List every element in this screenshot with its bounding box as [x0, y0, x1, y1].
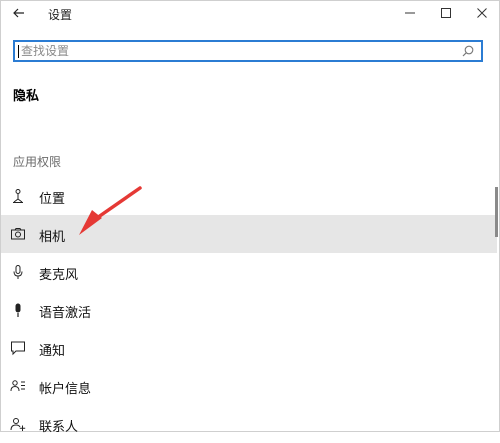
- nav-item-label: 语音激活: [39, 306, 92, 321]
- nav-item-voice-activation[interactable]: 语音激活: [1, 291, 497, 329]
- nav-item-contacts[interactable]: 联系人: [1, 405, 497, 443]
- nav-item-camera[interactable]: 相机: [1, 215, 497, 253]
- search-box[interactable]: [13, 40, 483, 62]
- maximize-button[interactable]: [429, 1, 463, 25]
- nav-item-label: 位置: [39, 192, 66, 207]
- title-bar: 设置: [1, 1, 499, 25]
- search-input[interactable]: [21, 43, 461, 59]
- nav-item-label: 麦克风: [39, 268, 79, 283]
- nav-item-label: 相机: [39, 230, 66, 245]
- page-title: 隐私: [13, 89, 40, 104]
- location-person-icon: [13, 189, 23, 203]
- microphone-icon: [13, 265, 23, 279]
- nav-item-label: 通知: [39, 344, 66, 359]
- nav-item-label: 联系人: [39, 420, 79, 435]
- scrollbar-thumb[interactable]: [495, 187, 498, 237]
- notification-icon: [11, 341, 25, 356]
- nav-item-microphone[interactable]: 麦克风: [1, 253, 497, 291]
- settings-window: 设置 隐私 应用权限 位置 相机: [0, 0, 500, 435]
- minimize-button[interactable]: [393, 1, 427, 25]
- nav-item-account-info[interactable]: 帐户信息: [1, 367, 497, 405]
- back-arrow-icon: [13, 8, 24, 18]
- nav-item-location[interactable]: 位置: [1, 177, 497, 215]
- window-title: 设置: [48, 8, 73, 22]
- contacts-icon: [10, 418, 26, 431]
- voice-activation-icon: [15, 303, 21, 317]
- account-info-icon: [10, 380, 25, 392]
- close-button[interactable]: [465, 1, 499, 25]
- close-icon: [477, 8, 487, 18]
- section-header-app-permissions: 应用权限: [13, 155, 62, 169]
- back-button[interactable]: [9, 3, 29, 23]
- nav-item-notifications[interactable]: 通知: [1, 329, 497, 367]
- minimize-icon: [405, 12, 415, 14]
- search-icon[interactable]: [461, 44, 475, 58]
- camera-icon: [11, 228, 25, 240]
- maximize-icon: [441, 8, 451, 18]
- text-caret: [18, 45, 19, 58]
- nav-item-label: 帐户信息: [39, 382, 92, 397]
